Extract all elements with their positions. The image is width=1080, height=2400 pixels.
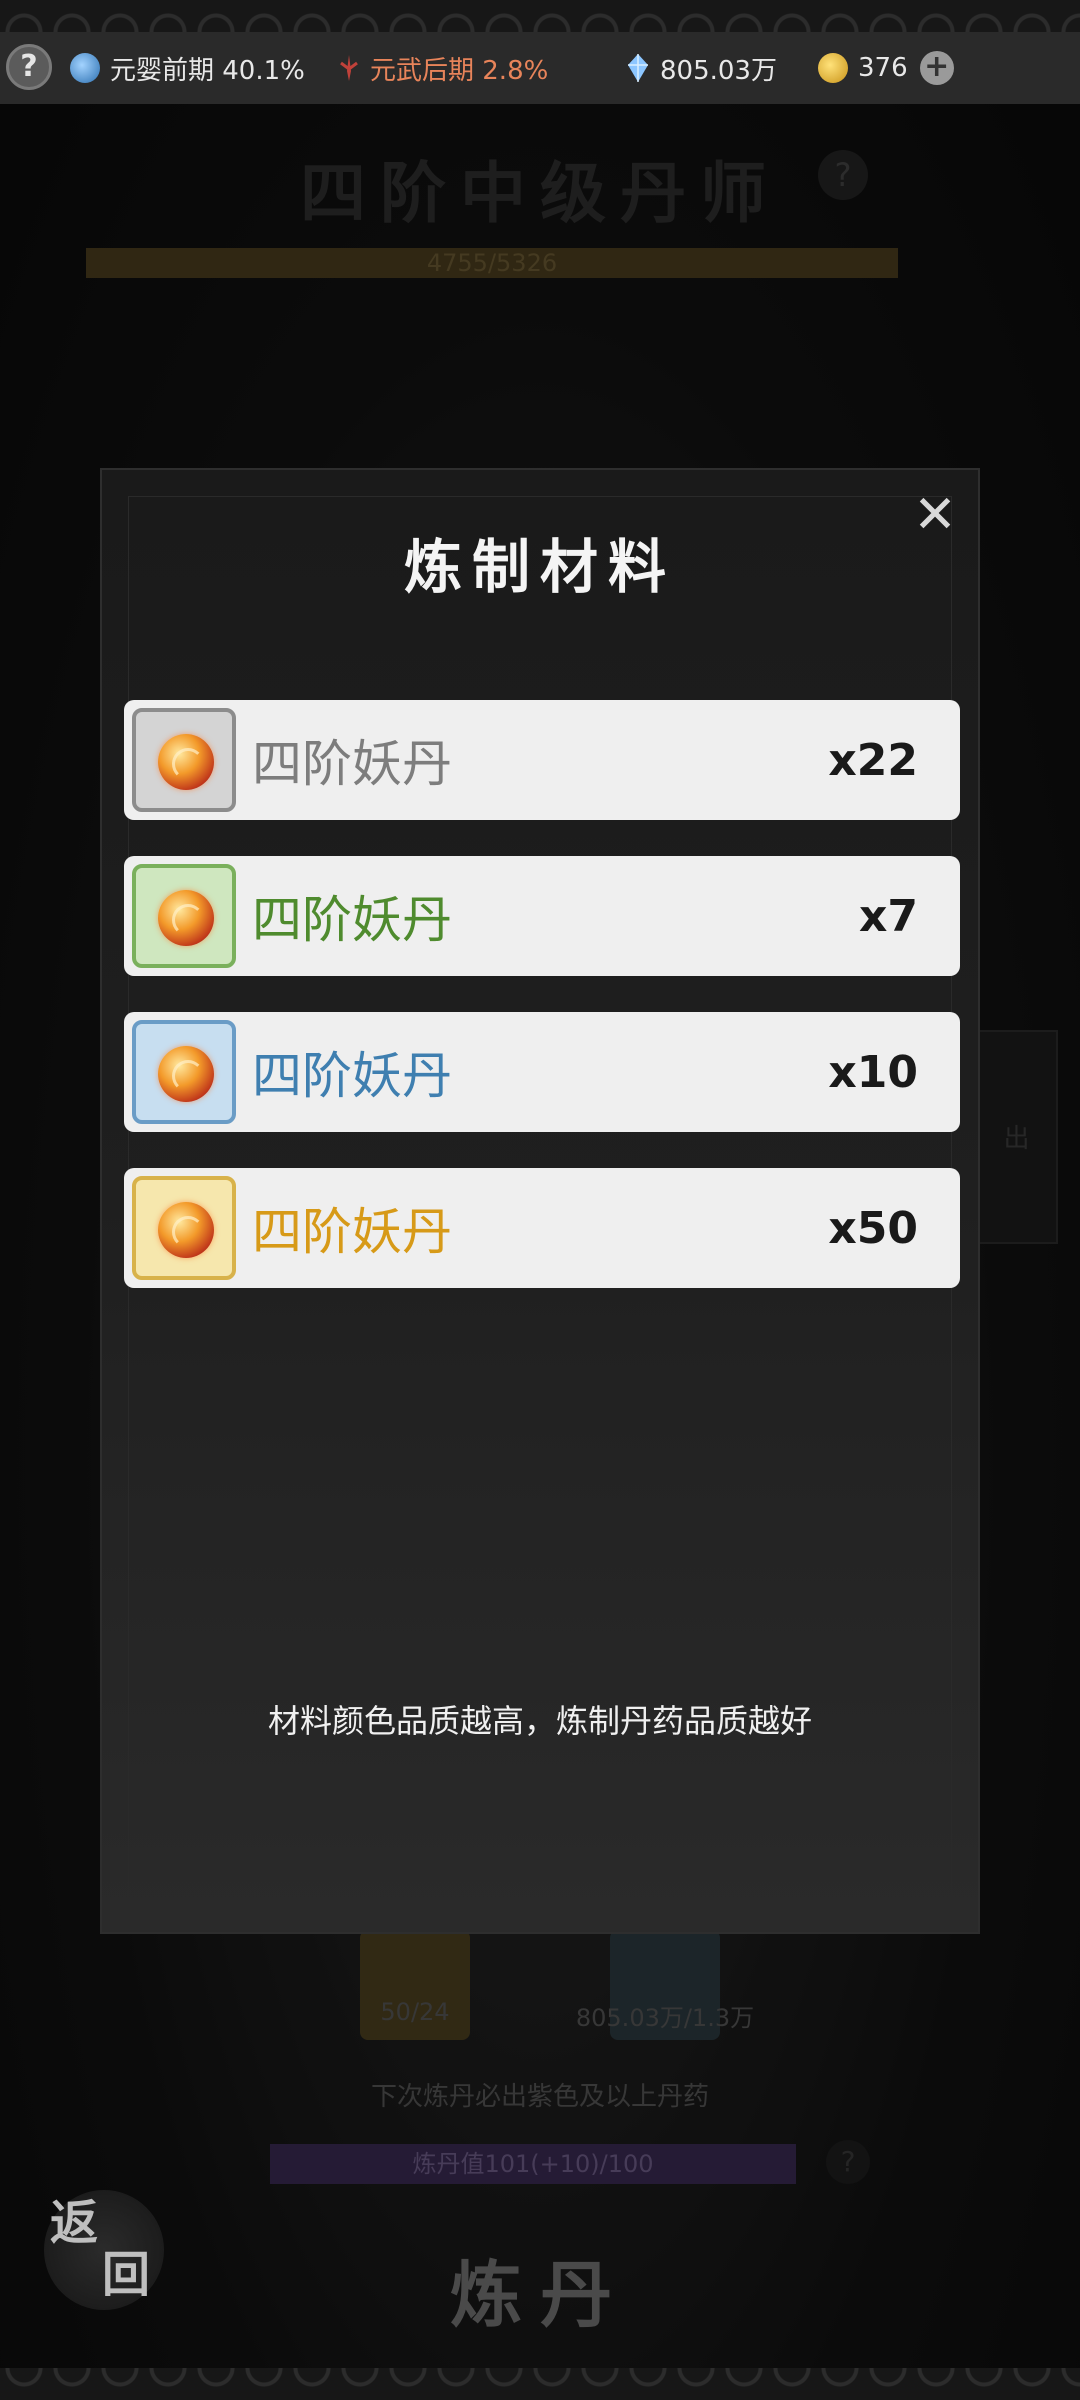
realm-progress-2: 元武后期 2.8% xyxy=(338,32,548,104)
demon-core-icon xyxy=(132,708,236,812)
close-button[interactable]: ✕ xyxy=(908,488,962,542)
material-count: x10 xyxy=(828,1046,918,1098)
sword-icon xyxy=(338,53,360,83)
gold-balance: 376 + xyxy=(818,32,954,104)
modal-title: 炼制材料 xyxy=(403,533,676,601)
spirit-stone-balance: 805.03万 xyxy=(626,32,777,104)
coin-icon xyxy=(818,53,848,83)
bottom-wave-border xyxy=(0,2368,1080,2400)
add-gold-button[interactable]: + xyxy=(919,51,954,85)
quality-tip: 材料颜色品质越高，炼制丹药品质越好 xyxy=(267,1702,812,1740)
close-icon: ✕ xyxy=(913,485,957,545)
material-count: x50 xyxy=(828,1202,918,1254)
gold-text: 376 xyxy=(858,53,908,83)
realm-progress-2-text: 元武后期 2.8% xyxy=(370,55,549,86)
status-bar: ? 元婴前期 40.1% 元武后期 2.8% 805.03万 376 + xyxy=(0,32,1080,104)
craft-button[interactable]: 炼丹 xyxy=(0,2236,1080,2341)
demon-core-icon xyxy=(132,1176,236,1280)
demon-core-icon xyxy=(132,1020,236,1124)
yin-yang-icon xyxy=(70,53,100,83)
realm-progress-1-text: 元婴前期 40.1% xyxy=(110,55,305,86)
spirit-stone-text: 805.03万 xyxy=(660,55,777,86)
materials-modal: 炼制材料 ✕ 四阶妖丹 x22 四阶妖丹 x7 四阶妖丹 x10 四阶妖丹 x5… xyxy=(100,468,980,1934)
material-count: x22 xyxy=(828,734,918,786)
top-wave-border xyxy=(0,0,1080,32)
crystal-icon xyxy=(626,53,650,83)
material-row-green[interactable]: 四阶妖丹 x7 xyxy=(124,856,960,976)
material-row-white[interactable]: 四阶妖丹 x22 xyxy=(124,700,960,820)
material-row-blue[interactable]: 四阶妖丹 x10 xyxy=(124,1012,960,1132)
material-name: 四阶妖丹 xyxy=(252,1047,452,1105)
material-row-gold[interactable]: 四阶妖丹 x50 xyxy=(124,1168,960,1288)
help-icon[interactable]: ? xyxy=(6,44,52,90)
material-name: 四阶妖丹 xyxy=(252,735,452,793)
material-name: 四阶妖丹 xyxy=(252,891,452,949)
material-count: x7 xyxy=(859,890,918,942)
material-name: 四阶妖丹 xyxy=(252,1203,452,1261)
demon-core-icon xyxy=(132,864,236,968)
realm-progress-1: 元婴前期 40.1% xyxy=(70,32,305,104)
